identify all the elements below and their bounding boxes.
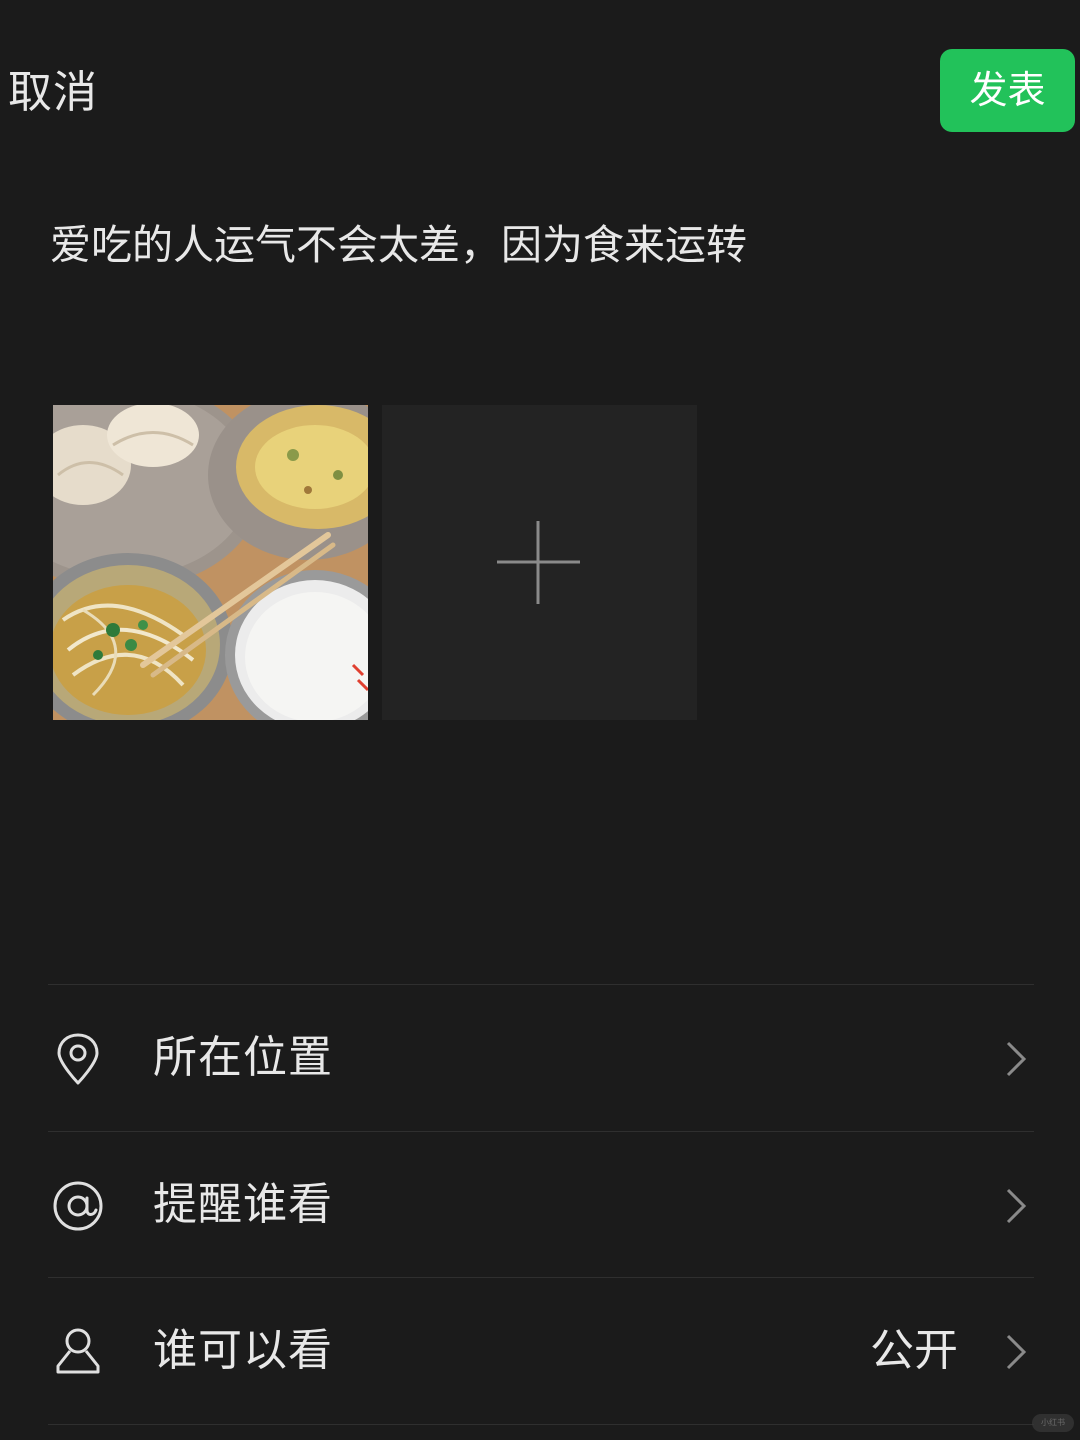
at-sign-icon bbox=[48, 1132, 112, 1278]
visibility-value: 公开 bbox=[870, 1325, 958, 1376]
watermark-badge: 小红书 bbox=[1032, 1414, 1074, 1432]
person-icon bbox=[48, 1278, 112, 1424]
plus-icon bbox=[497, 521, 580, 604]
add-photo-button[interactable] bbox=[382, 405, 697, 720]
chevron-right-icon bbox=[1006, 1188, 1027, 1224]
compose-moment-screen: 取消 发表 爱吃的人运气不会太差，因为食来运转 所在位置 提醒谁看 谁可以看 公… bbox=[0, 0, 1080, 1440]
option-row-visibility[interactable]: 谁可以看 公开 bbox=[48, 1278, 1034, 1424]
cancel-button[interactable]: 取消 bbox=[8, 62, 98, 124]
chevron-right-icon bbox=[1006, 1041, 1027, 1077]
option-label: 所在位置 bbox=[153, 1032, 333, 1083]
post-caption-text[interactable]: 爱吃的人运气不会太差，因为食来运转 bbox=[50, 215, 747, 275]
location-pin-icon bbox=[48, 985, 112, 1131]
food-photo-thumbnail[interactable] bbox=[53, 405, 368, 720]
chevron-right-icon bbox=[1006, 1334, 1027, 1370]
publish-button[interactable]: 发表 bbox=[940, 49, 1075, 132]
food-photo-image bbox=[53, 405, 368, 720]
divider bbox=[48, 1424, 1034, 1425]
option-label: 谁可以看 bbox=[153, 1325, 333, 1376]
option-row-location[interactable]: 所在位置 bbox=[48, 985, 1034, 1131]
option-label: 提醒谁看 bbox=[153, 1179, 333, 1230]
option-row-mention[interactable]: 提醒谁看 bbox=[48, 1132, 1034, 1278]
